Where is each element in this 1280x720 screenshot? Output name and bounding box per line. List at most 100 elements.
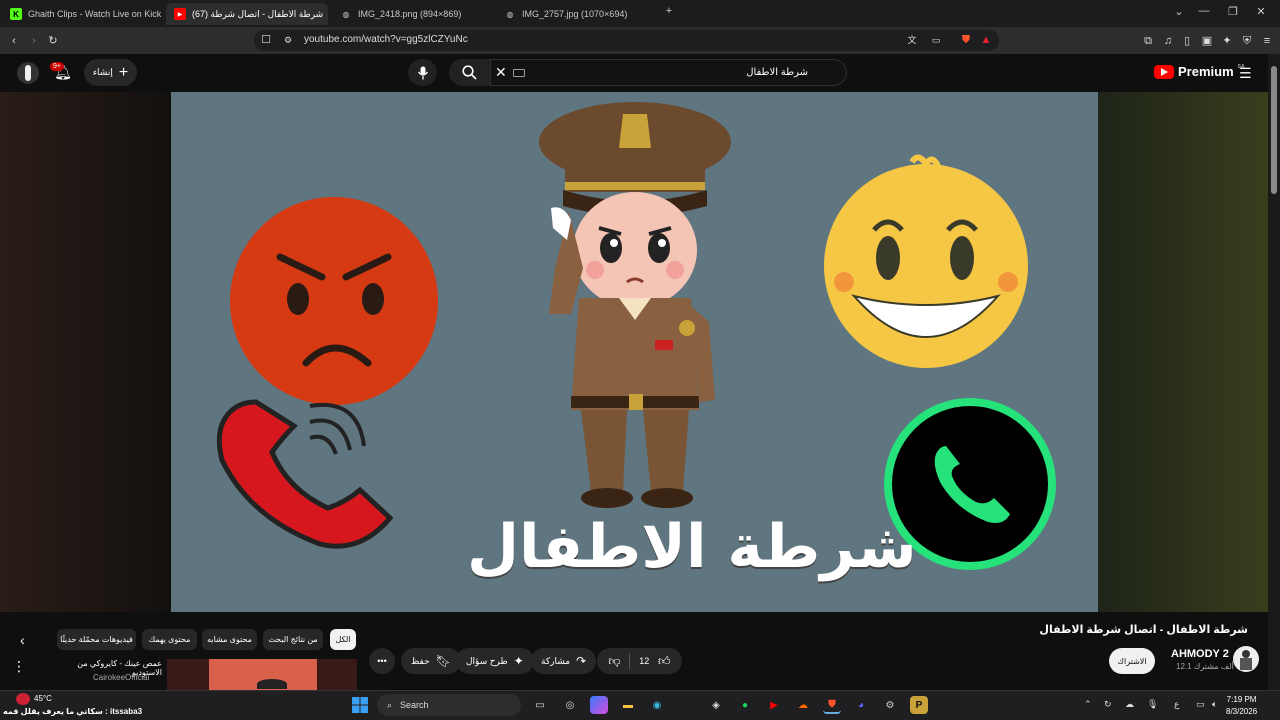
search-button[interactable]: [449, 59, 490, 86]
copilot-app-icon[interactable]: [590, 696, 608, 714]
news-ticker[interactable]: سكاتي ما يعرف يقلل قمه : itssaba3: [3, 707, 142, 716]
clear-search-icon[interactable]: ✕: [495, 64, 507, 81]
menu-icon[interactable]: ≡: [1259, 33, 1275, 49]
chevron-down-icon[interactable]: ⌄: [1171, 5, 1187, 18]
task-view-icon[interactable]: ▭: [531, 696, 549, 714]
file-explorer-icon[interactable]: ▬: [619, 696, 637, 714]
chip-recently-uploaded[interactable]: فيديوهات محمّلة حديثًا: [57, 629, 136, 650]
mic-tray-icon[interactable]: 🎙︎: [1147, 699, 1158, 710]
sync-icon[interactable]: ↻: [1104, 699, 1112, 710]
wallet-icon[interactable]: ▣: [1199, 33, 1215, 49]
video-player[interactable]: شرطة الاطفال: [172, 92, 1098, 612]
reload-icon[interactable]: ↻: [45, 33, 61, 49]
guide-menu-icon[interactable]: ☰: [1239, 65, 1252, 82]
network-icon[interactable]: ▭: [1196, 699, 1205, 710]
sparkle-icon: ✦: [513, 654, 524, 668]
create-label: إنشاء: [92, 67, 113, 77]
copilot-icon[interactable]: ◎: [561, 696, 579, 714]
below-video-area: ‹ ⋮ فيديوهات محمّلة حديثًا محتوى يهمك مح…: [0, 612, 1268, 692]
bookmark-icon[interactable]: ☐: [258, 32, 274, 48]
sidebar-icon[interactable]: ▯: [1179, 33, 1195, 49]
tab-youtube[interactable]: ▶ (67) شرطة الاطفال - اتصال شرطة ✕: [166, 3, 328, 25]
globe-icon: ◍: [342, 9, 350, 19]
brave-icon[interactable]: ⛊: [823, 696, 841, 714]
more-vertical-icon[interactable]: ⋮: [12, 658, 26, 675]
share-button[interactable]: مشاركة ↷: [531, 648, 597, 674]
discord-icon[interactable]: ◕: [852, 696, 870, 714]
happy-face-icon: [824, 154, 1028, 368]
channel-avatar[interactable]: [1233, 646, 1259, 672]
chevron-left-icon[interactable]: ‹: [20, 632, 25, 648]
brave-rewards-icon[interactable]: ▲: [978, 32, 994, 48]
scrollbar-thumb[interactable]: [1271, 66, 1277, 194]
subscriber-count: 12.1 ألف مشترك: [1176, 662, 1234, 671]
new-tab-button[interactable]: +: [661, 5, 677, 17]
brave-shield-icon[interactable]: ⛊: [958, 32, 974, 48]
vpn-icon[interactable]: ⛨: [1239, 33, 1255, 49]
tab-img-2418[interactable]: ◍ IMG_2418.png (894×869): [332, 3, 492, 25]
subscribe-button[interactable]: الاشتراك: [1109, 648, 1155, 674]
ask-button[interactable]: طرح سؤال ✦: [456, 648, 534, 674]
chevron-up-icon[interactable]: ⌃: [1084, 699, 1092, 710]
weather-temp[interactable]: 45°C: [34, 694, 52, 703]
save-button[interactable]: حفظ 🔖︎: [401, 648, 461, 674]
minimize-icon[interactable]: —: [1196, 5, 1212, 17]
edge-icon[interactable]: ◉: [648, 696, 666, 714]
youtube-premium-logo[interactable]: Premium SA: [1154, 64, 1245, 79]
youtube-app-icon[interactable]: ▶: [765, 696, 783, 714]
keyboard-icon[interactable]: [513, 69, 525, 77]
soundcloud-icon[interactable]: ☁: [794, 696, 812, 714]
search-icon: ⌕: [387, 699, 393, 710]
leo-ai-icon[interactable]: ✦: [1219, 33, 1235, 49]
windows-taskbar: 45°C سكاتي ما يعرف يقلل قمه : itssaba3 ⌕…: [0, 690, 1280, 720]
clock-date: 8/3/2026: [1226, 707, 1258, 716]
more-horizontal-icon: •••: [377, 656, 387, 666]
globe-icon: ◍: [506, 9, 514, 19]
more-actions-button[interactable]: •••: [369, 648, 395, 674]
back-icon[interactable]: ‹: [6, 33, 22, 49]
address-bar-row: ‹ › ↻ ☐ ⚙ youtube.com/watch?v=gg5zlCZYuN…: [0, 27, 1280, 54]
cloud-icon[interactable]: ☁: [1125, 699, 1134, 710]
chip-all[interactable]: الكل: [330, 629, 356, 650]
like-icon[interactable]: 👍︎: [658, 654, 671, 669]
create-button[interactable]: إنشاء +: [84, 59, 137, 86]
avatar[interactable]: [17, 62, 39, 84]
chip-from-search[interactable]: من نتائج البحث: [263, 629, 323, 650]
input-language[interactable]: ع: [1174, 699, 1179, 710]
angry-face-icon: [230, 197, 438, 405]
close-window-icon[interactable]: ✕: [1253, 5, 1269, 18]
tab-img-2757[interactable]: ◍ IMG_2757.jpg (1070×694): [496, 3, 656, 25]
taskbar-search[interactable]: ⌕ Search: [377, 694, 521, 716]
related-video-channel[interactable]: CairokeeOfficial: [93, 673, 149, 682]
like-dislike-group: 👎︎ 12 👍︎: [597, 648, 682, 674]
chip-related[interactable]: محتوى مشابه: [202, 629, 257, 650]
windows-start-icon[interactable]: [351, 696, 369, 714]
search-input[interactable]: ✕ شرطة الاطفال: [490, 59, 847, 86]
translate-icon[interactable]: 文: [904, 32, 920, 48]
steam-icon[interactable]: ⚙: [881, 696, 899, 714]
url-box[interactable]: ☐ ⚙ youtube.com/watch?v=gg5zlCZYuNc 文 ▭ …: [254, 30, 999, 51]
spotify-icon[interactable]: ●: [736, 696, 754, 714]
tab-title: IMG_2757.jpg (1070×694): [522, 9, 628, 19]
related-video-thumbnail[interactable]: [167, 659, 357, 692]
clock[interactable]: 7:19 PM 8/3/2026: [1226, 694, 1257, 718]
extensions-icon[interactable]: ⧉: [1140, 33, 1156, 49]
tab-kick[interactable]: K Ghaith Clips - Watch Live on Kick: [2, 3, 162, 25]
mic-icon[interactable]: [408, 59, 437, 86]
dislike-icon[interactable]: 👎︎: [608, 654, 620, 669]
chip-for-you[interactable]: محتوى يهمك: [142, 629, 197, 650]
cast-icon[interactable]: ▭: [928, 32, 944, 48]
search-value[interactable]: شرطة الاطفال: [746, 67, 808, 78]
youtube-icon: [1154, 64, 1174, 79]
taskbar-search-label: Search: [400, 700, 429, 710]
maximize-icon[interactable]: ❐: [1225, 5, 1241, 18]
video-title: شرطة الاطفال - اتصال شرطة الاطفال: [1039, 624, 1248, 636]
unity-icon[interactable]: ◈: [707, 696, 725, 714]
site-info-icon[interactable]: ⚙: [280, 32, 296, 48]
app-icon[interactable]: P: [910, 696, 928, 714]
forward-icon[interactable]: ›: [26, 33, 42, 49]
channel-name[interactable]: AHMODY 2: [1171, 648, 1229, 660]
music-icon[interactable]: ♫: [1160, 33, 1176, 49]
volume-icon[interactable]: 🔈︎: [1212, 699, 1217, 710]
url-text[interactable]: youtube.com/watch?v=gg5zlCZYuNc: [304, 34, 468, 45]
